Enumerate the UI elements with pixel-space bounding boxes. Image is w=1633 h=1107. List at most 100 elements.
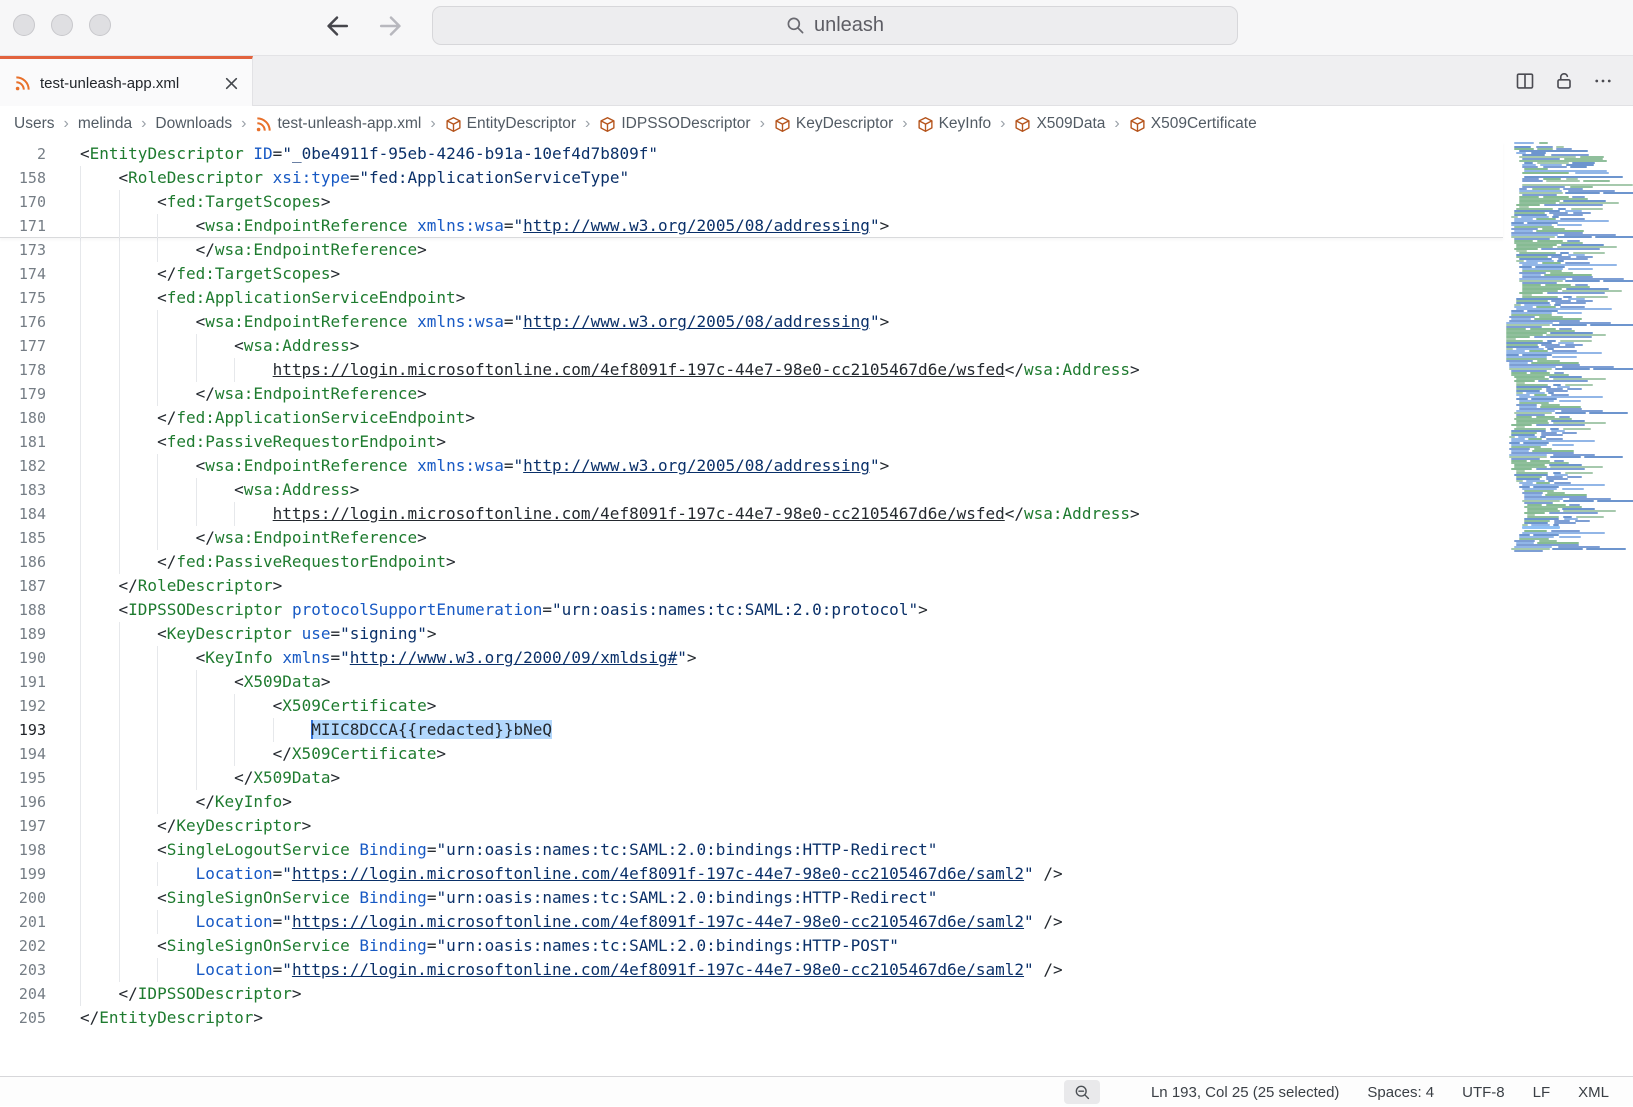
status-cursor-position[interactable]: Ln 193, Col 25 (25 selected) (1151, 1084, 1339, 1101)
code-line[interactable]: 200<SingleSignOnService Binding="urn:oas… (0, 886, 1500, 910)
line-content: <wsa:Address> (234, 334, 359, 358)
indent-guide (196, 670, 197, 694)
code-line[interactable]: 193MIIC8DCCA{{redacted}}bNeQ (0, 718, 1500, 742)
line-content: </wsa:EndpointReference> (196, 382, 427, 406)
indent-guide (234, 502, 235, 526)
code-line[interactable]: 199Location="https://login.microsoftonli… (0, 862, 1500, 886)
code-line[interactable]: 189<KeyDescriptor use="signing"> (0, 622, 1500, 646)
code-line[interactable]: 178https://login.microsoftonline.com/4ef… (0, 358, 1500, 382)
breadcrumb-item-test-unleash-app-xml[interactable]: test-unleash-app.xml (255, 115, 421, 133)
indent-guide (80, 214, 81, 238)
code-line[interactable]: 190<KeyInfo xmlns="http://www.w3.org/200… (0, 646, 1500, 670)
code-line[interactable]: 170<fed:TargetScopes> (0, 190, 1500, 214)
code-line[interactable]: 197</KeyDescriptor> (0, 814, 1500, 838)
indent-guide (80, 982, 81, 1006)
back-button[interactable] (322, 11, 352, 43)
indent-guide (119, 550, 120, 574)
split-editor-icon (1515, 71, 1535, 91)
code-line[interactable]: 188<IDPSSODescriptor protocolSupportEnum… (0, 598, 1500, 622)
code-line[interactable]: 175<fed:ApplicationServiceEndpoint> (0, 286, 1500, 310)
breadcrumb-item-melinda[interactable]: melinda (78, 115, 132, 133)
code-line[interactable]: 183<wsa:Address> (0, 478, 1500, 502)
split-editor-button[interactable] (1513, 69, 1537, 93)
tab-test-unleash-app[interactable]: test-unleash-app.xml (0, 56, 253, 107)
minimap[interactable] (1503, 142, 1633, 562)
breadcrumb-item-entitydescriptor[interactable]: EntityDescriptor (445, 115, 576, 133)
indent-guide (80, 646, 81, 670)
code-line[interactable]: 204</IDPSSODescriptor> (0, 982, 1500, 1006)
indent-guide (157, 790, 158, 814)
breadcrumb-item-idpssodescriptor[interactable]: IDPSSODescriptor (599, 115, 750, 133)
indent-guide (196, 742, 197, 766)
code-line[interactable]: 184https://login.microsoftonline.com/4ef… (0, 502, 1500, 526)
code-line[interactable]: 2<EntityDescriptor ID="_0be4911f-95eb-42… (0, 142, 1500, 166)
code-line[interactable]: 192<X509Certificate> (0, 694, 1500, 718)
forward-button[interactable] (376, 11, 406, 43)
xml-symbol-cube-icon (599, 116, 616, 133)
code-line[interactable]: 158<RoleDescriptor xsi:type="fed:Applica… (0, 166, 1500, 190)
window-minimize-button[interactable] (51, 14, 73, 36)
indent-guide (80, 790, 81, 814)
breadcrumb-item-keydescriptor[interactable]: KeyDescriptor (774, 115, 893, 133)
indent-guide (157, 454, 158, 478)
indent-guide (119, 526, 120, 550)
code-line[interactable]: 176<wsa:EndpointReference xmlns:wsa="htt… (0, 310, 1500, 334)
code-line[interactable]: 195</X509Data> (0, 766, 1500, 790)
indent-guide (157, 238, 158, 262)
code-line[interactable]: 198<SingleLogoutService Binding="urn:oas… (0, 838, 1500, 862)
status-encoding[interactable]: UTF-8 (1462, 1084, 1505, 1101)
code-line[interactable]: 205</EntityDescriptor> (0, 1006, 1500, 1030)
command-center-search[interactable]: unleash (432, 6, 1238, 45)
code-line[interactable]: 194</X509Certificate> (0, 742, 1500, 766)
sticky-scroll[interactable]: 2<EntityDescriptor ID="_0be4911f-95eb-42… (0, 142, 1503, 238)
indent-guide (234, 694, 235, 718)
indent-guide (157, 958, 158, 982)
indent-guide (80, 526, 81, 550)
code-line[interactable]: 177<wsa:Address> (0, 334, 1500, 358)
editor-lock-button[interactable] (1552, 69, 1576, 93)
breadcrumb-item-keyinfo[interactable]: KeyInfo (917, 115, 992, 133)
breadcrumb-item-x509data[interactable]: X509Data (1014, 115, 1105, 133)
code-line[interactable]: 179</wsa:EndpointReference> (0, 382, 1500, 406)
breadcrumb-item-users[interactable]: Users (14, 115, 54, 133)
status-language-mode[interactable]: XML (1578, 1084, 1609, 1101)
tab-close-icon[interactable] (220, 72, 242, 94)
line-content: <KeyDescriptor use="signing"> (157, 622, 436, 646)
code-line[interactable]: 203Location="https://login.microsoftonli… (0, 958, 1500, 982)
indent-guide (234, 358, 235, 382)
breadcrumb-item-downloads[interactable]: Downloads (155, 115, 232, 133)
code-line[interactable]: 201Location="https://login.microsoftonli… (0, 910, 1500, 934)
line-content: </IDPSSODescriptor> (119, 982, 302, 1006)
zoom-indicator-icon[interactable] (1064, 1080, 1100, 1104)
code-line[interactable]: 181<fed:PassiveRequestorEndpoint> (0, 430, 1500, 454)
line-content: </EntityDescriptor> (80, 1006, 263, 1030)
breadcrumb-separator: › (141, 115, 146, 133)
code-line[interactable]: 182<wsa:EndpointReference xmlns:wsa="htt… (0, 454, 1500, 478)
indent-guide (80, 310, 81, 334)
code-line[interactable]: 186</fed:PassiveRequestorEndpoint> (0, 550, 1500, 574)
status-indentation[interactable]: Spaces: 4 (1367, 1084, 1434, 1101)
more-actions-button[interactable] (1591, 69, 1615, 93)
code-line[interactable]: 171<wsa:EndpointReference xmlns:wsa="htt… (0, 214, 1500, 238)
window-maximize-button[interactable] (89, 14, 111, 36)
code-line[interactable]: 187</RoleDescriptor> (0, 574, 1500, 598)
window-close-button[interactable] (13, 14, 35, 36)
indent-guide (196, 694, 197, 718)
title-bar: unleash (0, 0, 1633, 56)
indent-guide (119, 646, 120, 670)
code-line[interactable]: 202<SingleSignOnService Binding="urn:oas… (0, 934, 1500, 958)
status-eol[interactable]: LF (1533, 1084, 1551, 1101)
code-line[interactable]: 191<X509Data> (0, 670, 1500, 694)
code-line[interactable]: 173</wsa:EndpointReference> (0, 238, 1500, 262)
indent-guide (80, 166, 81, 190)
code-line[interactable]: 180</fed:ApplicationServiceEndpoint> (0, 406, 1500, 430)
indent-guide (119, 238, 120, 262)
code-line[interactable]: 185</wsa:EndpointReference> (0, 526, 1500, 550)
editor[interactable]: 173</wsa:EndpointReference>174</fed:Targ… (0, 142, 1633, 1076)
indent-guide (157, 526, 158, 550)
breadcrumb-item-x509certificate[interactable]: X509Certificate (1129, 115, 1257, 133)
line-number: 173 (0, 238, 46, 262)
indent-guide (157, 742, 158, 766)
code-line[interactable]: 174</fed:TargetScopes> (0, 262, 1500, 286)
code-line[interactable]: 196</KeyInfo> (0, 790, 1500, 814)
